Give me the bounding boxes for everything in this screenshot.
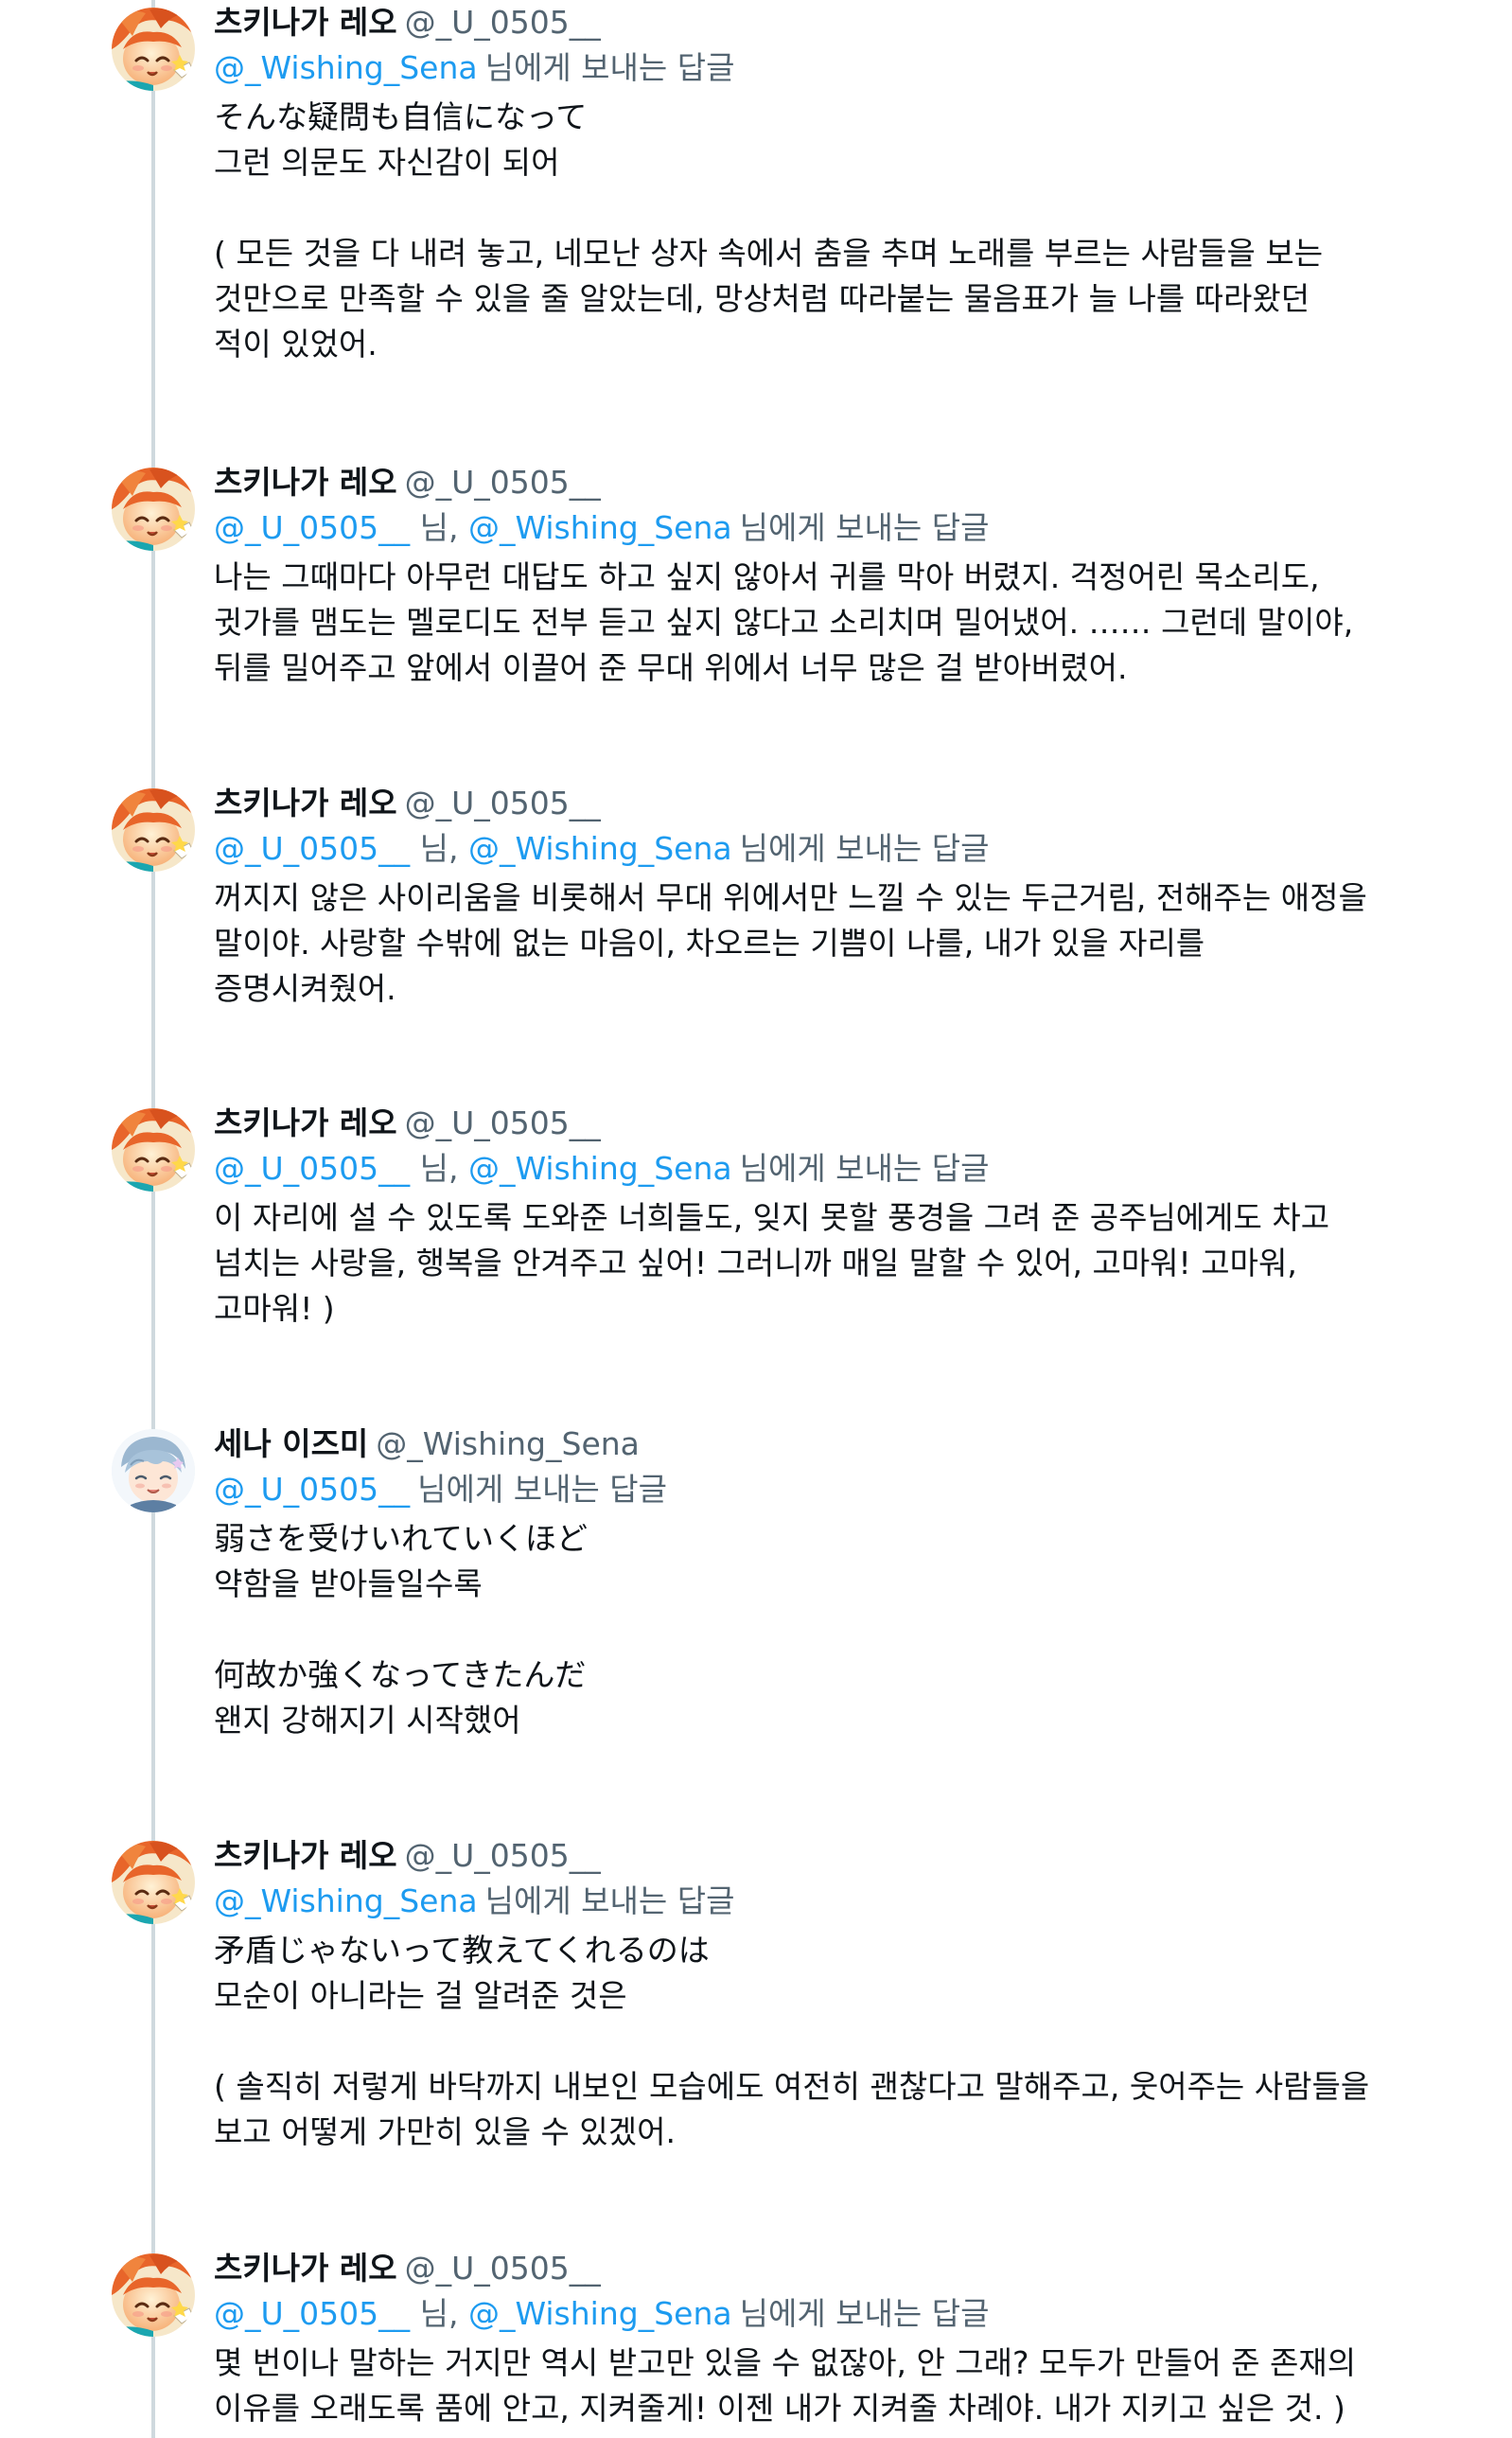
reply-suffix: 님에게 보내는 답글 bbox=[484, 1882, 735, 1919]
tweet-header: 츠키나가 레오 @_U_0505__ bbox=[214, 0, 1444, 45]
mention-link[interactable]: @_U_0505__ bbox=[214, 1150, 410, 1187]
tweet-header: 츠키나가 레오 @_U_0505__ bbox=[214, 781, 1444, 826]
avatar[interactable] bbox=[112, 1841, 195, 1924]
tweet-header: 츠키나가 레오 @_U_0505__ bbox=[214, 1101, 1444, 1146]
reply-context: @_U_0505__ 님, @_Wishing_Sena 님에게 보내는 답글 bbox=[214, 826, 1444, 872]
display-name[interactable]: 츠키나가 레오 bbox=[214, 785, 397, 822]
display-name[interactable]: 츠키나가 레오 bbox=[214, 1104, 397, 1141]
tweet-text: 이 자리에 설 수 있도록 도와준 너희들도, 잊지 못할 풍경을 그려 준 공… bbox=[214, 1199, 1330, 1327]
user-handle[interactable]: @_U_0505__ bbox=[405, 464, 601, 501]
display-name[interactable]: 츠키나가 레오 bbox=[214, 4, 397, 41]
reply-context: @_U_0505__ 님, @_Wishing_Sena 님에게 보내는 답글 bbox=[214, 1146, 1444, 1192]
mention-link[interactable]: @_Wishing_Sena bbox=[214, 49, 478, 86]
reply-suffix: 님에게 보내는 답글 bbox=[484, 49, 735, 86]
avatar[interactable] bbox=[112, 1429, 195, 1512]
mention-link[interactable]: @_Wishing_Sena bbox=[468, 1150, 732, 1187]
thread-connector-line bbox=[151, 0, 155, 2438]
mention-separator: 님, bbox=[410, 2295, 468, 2332]
mention-separator: 님, bbox=[410, 830, 468, 867]
reply-context: @_Wishing_Sena 님에게 보내는 답글 bbox=[214, 45, 1444, 91]
user-handle[interactable]: @_U_0505__ bbox=[405, 785, 601, 822]
avatar[interactable] bbox=[112, 2253, 195, 2337]
tweet-text: 나는 그때마다 아무런 대답도 하고 싶지 않아서 귀를 막아 버렸지. 걱정어… bbox=[214, 558, 1354, 686]
user-handle[interactable]: @_U_0505__ bbox=[405, 4, 601, 41]
tweet-header: 츠키나가 레오 @_U_0505__ bbox=[214, 1833, 1444, 1879]
tweet-text: 弱さを受けいれていくほど 약함을 받아들일수록 何故か強くなってきたんだ 왠지 … bbox=[214, 1520, 589, 1739]
reply-suffix: 님에게 보내는 답글 bbox=[739, 1150, 990, 1187]
avatar[interactable] bbox=[112, 8, 195, 91]
reply-suffix: 님에게 보내는 답글 bbox=[739, 509, 990, 546]
tweet-text: 몇 번이나 말하는 거지만 역시 받고만 있을 수 없잖아, 안 그래? 모두가… bbox=[214, 2344, 1357, 2427]
reply-context: @_Wishing_Sena 님에게 보내는 답글 bbox=[214, 1879, 1444, 1924]
reply-context: @_U_0505__ 님, @_Wishing_Sena 님에게 보내는 답글 bbox=[214, 505, 1444, 551]
mention-link[interactable]: @_Wishing_Sena bbox=[468, 830, 732, 867]
avatar[interactable] bbox=[112, 1108, 195, 1192]
mention-separator: 님, bbox=[410, 509, 468, 546]
tweet-text: そんな疑問も自信になって 그런 의문도 자신감이 되어 ( 모든 것을 다 내려… bbox=[214, 98, 1324, 362]
tweet-header: 츠키나가 레오 @_U_0505__ bbox=[214, 460, 1444, 505]
reply-suffix: 님에게 보내는 답글 bbox=[739, 2295, 990, 2332]
mention-link[interactable]: @_Wishing_Sena bbox=[214, 1882, 478, 1919]
mention-link[interactable]: @_Wishing_Sena bbox=[468, 509, 732, 546]
avatar[interactable] bbox=[112, 468, 195, 551]
display-name[interactable]: 츠키나가 레오 bbox=[214, 1837, 397, 1874]
reply-context: @_U_0505__ 님, @_Wishing_Sena 님에게 보내는 답글 bbox=[214, 2291, 1444, 2337]
user-handle[interactable]: @_U_0505__ bbox=[405, 2250, 601, 2287]
display-name[interactable]: 세나 이즈미 bbox=[214, 1425, 368, 1462]
mention-separator: 님, bbox=[410, 1150, 468, 1187]
tweet-header: 츠키나가 레오 @_U_0505__ bbox=[214, 2246, 1444, 2291]
mention-link[interactable]: @_U_0505__ bbox=[214, 1471, 410, 1508]
mention-link[interactable]: @_U_0505__ bbox=[214, 2295, 410, 2332]
user-handle[interactable]: @_Wishing_Sena bbox=[376, 1425, 640, 1462]
display-name[interactable]: 츠키나가 레오 bbox=[214, 2250, 397, 2287]
tweet-text: 矛盾じゃないって教えてくれるのは 모순이 아니라는 걸 알려준 것은 ( 솔직히… bbox=[214, 1932, 1370, 2150]
reply-suffix: 님에게 보내는 답글 bbox=[417, 1471, 668, 1508]
mention-link[interactable]: @_Wishing_Sena bbox=[468, 2295, 732, 2332]
mention-link[interactable]: @_U_0505__ bbox=[214, 830, 410, 867]
mention-link[interactable]: @_U_0505__ bbox=[214, 509, 410, 546]
reply-context: @_U_0505__ 님에게 보내는 답글 bbox=[214, 1467, 1444, 1512]
tweet-header: 세나 이즈미 @_Wishing_Sena bbox=[214, 1422, 1444, 1467]
display-name[interactable]: 츠키나가 레오 bbox=[214, 464, 397, 501]
tweet-text: 꺼지지 않은 사이리움을 비롯해서 무대 위에서만 느낄 수 있는 두근거림, … bbox=[214, 879, 1367, 1007]
user-handle[interactable]: @_U_0505__ bbox=[405, 1104, 601, 1141]
avatar[interactable] bbox=[112, 788, 195, 872]
reply-suffix: 님에게 보내는 답글 bbox=[739, 830, 990, 867]
user-handle[interactable]: @_U_0505__ bbox=[405, 1837, 601, 1874]
